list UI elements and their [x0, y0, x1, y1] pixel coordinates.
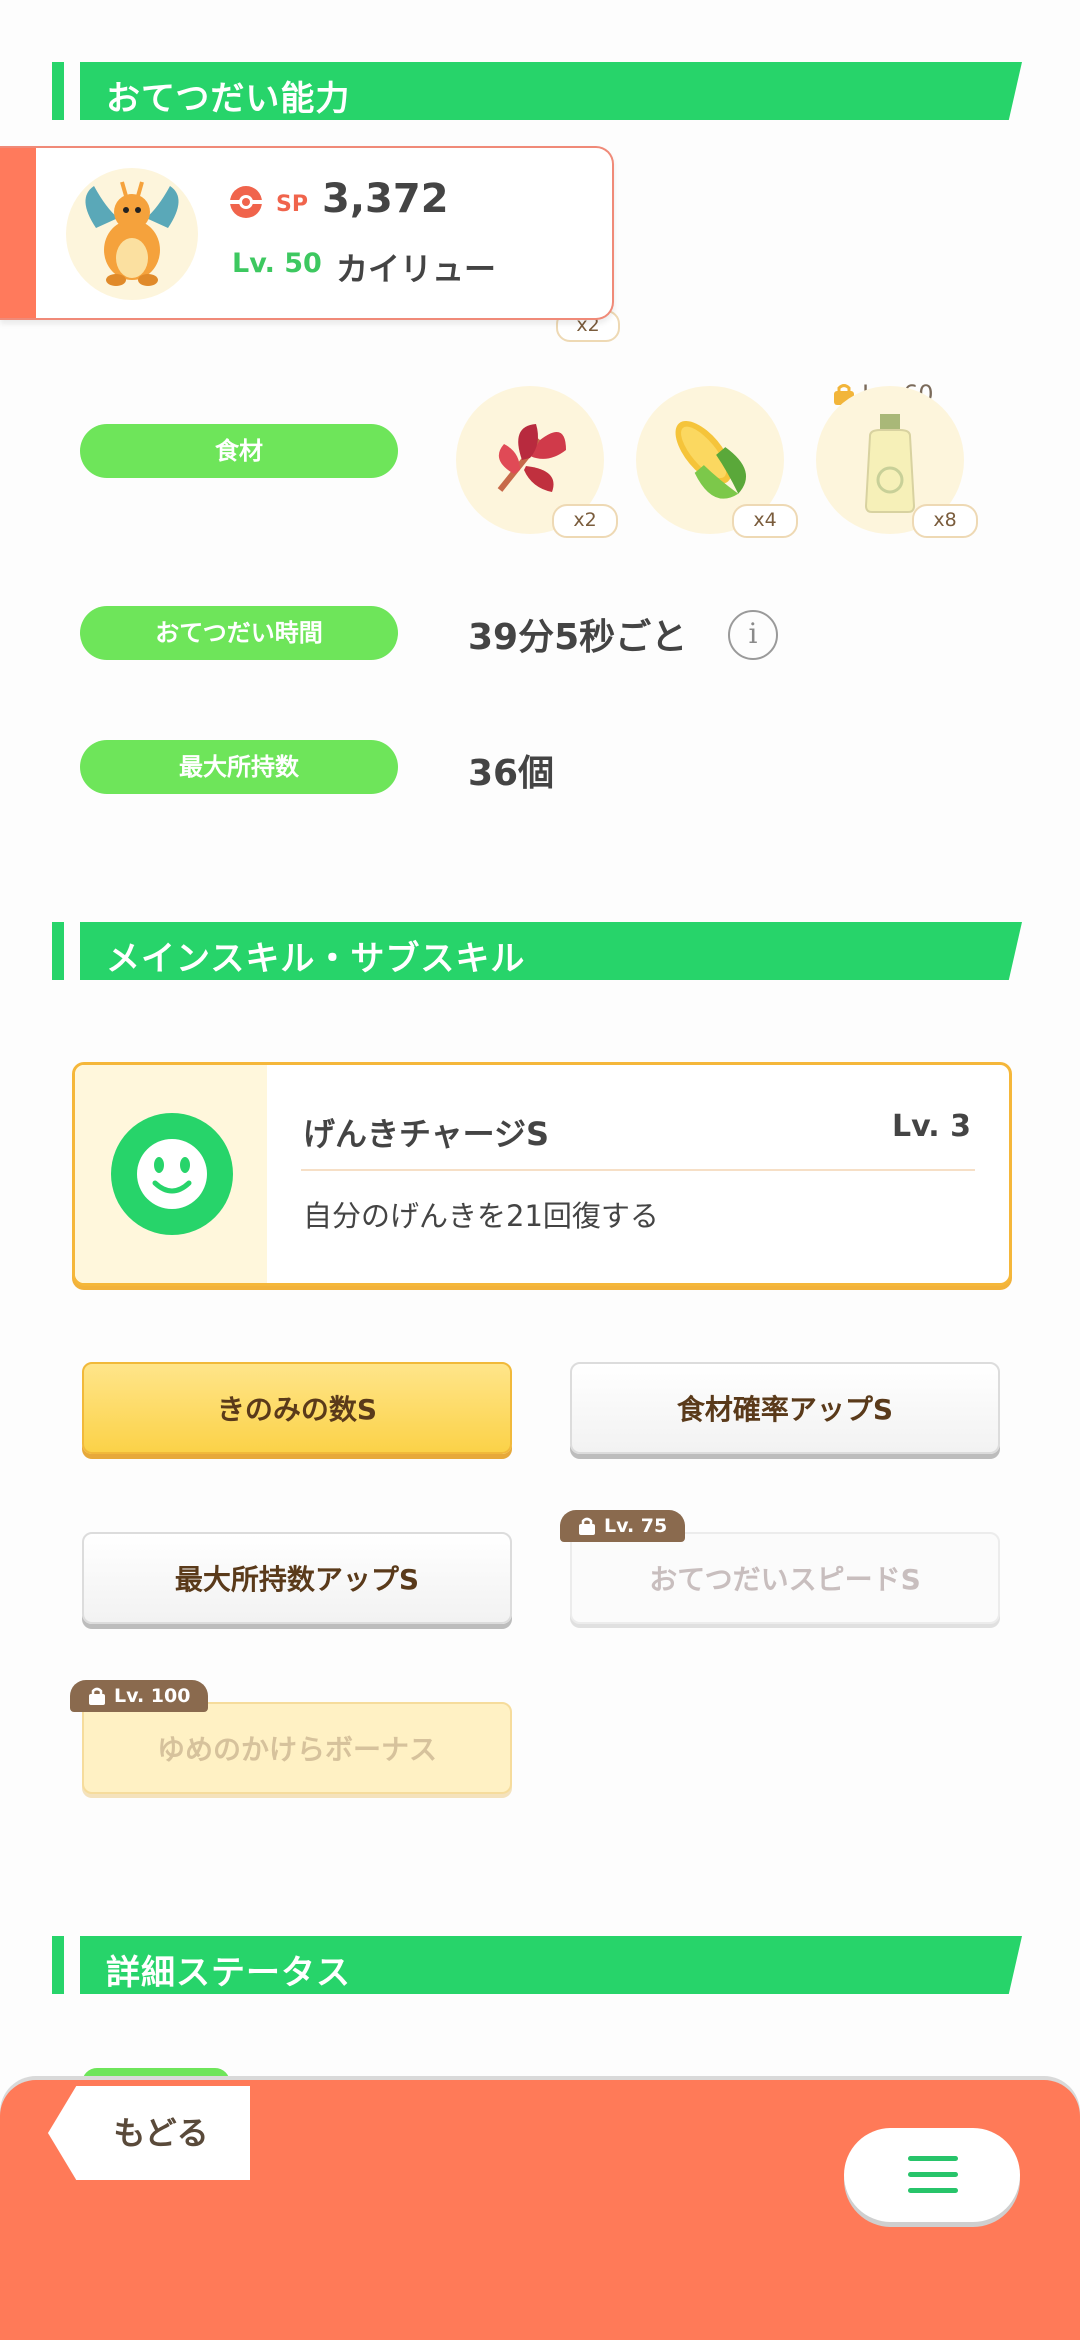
lock-icon [89, 1687, 105, 1705]
sp-value: 3,372 [322, 176, 449, 222]
main-skill-divider [301, 1169, 975, 1171]
max-carry-label-pill: 最大所持数 [80, 740, 398, 794]
pokemon-name: カイリュー [336, 250, 497, 288]
section-header-helper: おてつだい能力 [52, 62, 1022, 120]
main-skill-name: げんきチャージS [303, 1115, 550, 1153]
menu-button[interactable] [844, 2128, 1020, 2222]
section-header-skills: メインスキル・サブスキル [52, 922, 1022, 980]
sub-skill-max-carry[interactable]: 最大所持数アップS [82, 1532, 512, 1624]
card-stripe [0, 148, 36, 318]
max-carry-value: 36個 [468, 753, 555, 794]
ingredient-count-3: x8 [912, 504, 978, 538]
help-time-value: 39分5秒ごと [468, 617, 688, 658]
smiley-skill-icon [111, 1113, 233, 1235]
lock-icon [579, 1517, 595, 1535]
ingredient-slot-2[interactable]: x4 [636, 386, 798, 538]
hamburger-line [908, 2172, 958, 2177]
section-title-skills: メインスキル・サブスキル [106, 939, 526, 979]
section-title-details: 詳細ステータス [106, 1953, 351, 1993]
oil-bottle-icon [864, 414, 916, 513]
ingredients-label-pill: 食材 [80, 424, 398, 478]
sub-skill-help-speed-locked[interactable]: おてつだいスピードS [570, 1532, 1000, 1624]
pokemon-level: Lv. 50 [232, 248, 322, 279]
sp-pokeball-icon [230, 186, 262, 218]
ingredient-count-1: x2 [552, 504, 618, 538]
ingredient-slot-3[interactable]: x8 [816, 386, 978, 538]
lock-tag-text: Lv. 75 [604, 1515, 668, 1537]
back-button[interactable]: もどる [48, 2086, 250, 2180]
ingredient-slot-1[interactable]: x2 [456, 386, 618, 538]
sub-skill-berry-count[interactable]: きのみの数S [82, 1362, 512, 1454]
help-time-label-pill: おてつだい時間 [80, 606, 398, 660]
lock-tag-lv100: Lv. 100 [70, 1680, 209, 1712]
section-title-helper: おてつだい能力 [106, 79, 351, 119]
pokemon-avatar [66, 168, 198, 300]
main-skill-card[interactable]: げんきチャージS Lv. 3 自分のげんきを21回復する [72, 1062, 1012, 1286]
pokemon-card[interactable]: SP 3,372 Lv. 50 カイリュー [0, 146, 614, 320]
info-icon[interactable]: i [728, 610, 778, 660]
lock-tag-lv75: Lv. 75 [560, 1510, 686, 1542]
ingredient-count-2: x4 [732, 504, 798, 538]
hamburger-line [908, 2188, 958, 2193]
sub-skill-dream-shard-locked[interactable]: ゆめのかけらボーナス [82, 1702, 512, 1794]
sub-skill-ingredient-rate[interactable]: 食材確率アップS [570, 1362, 1000, 1454]
section-header-details: 詳細ステータス [52, 1936, 1022, 1994]
main-skill-level: Lv. 3 [892, 1109, 971, 1144]
hamburger-menu-icon [908, 2156, 958, 2161]
lock-tag-text: Lv. 100 [114, 1685, 191, 1707]
corn-icon [675, 421, 747, 499]
main-skill-description: 自分のげんきを21回復する [303, 1199, 659, 1233]
main-skill-icon-area [75, 1065, 267, 1283]
sp-label: SP [276, 192, 308, 217]
red-leaf-icon [497, 424, 566, 492]
